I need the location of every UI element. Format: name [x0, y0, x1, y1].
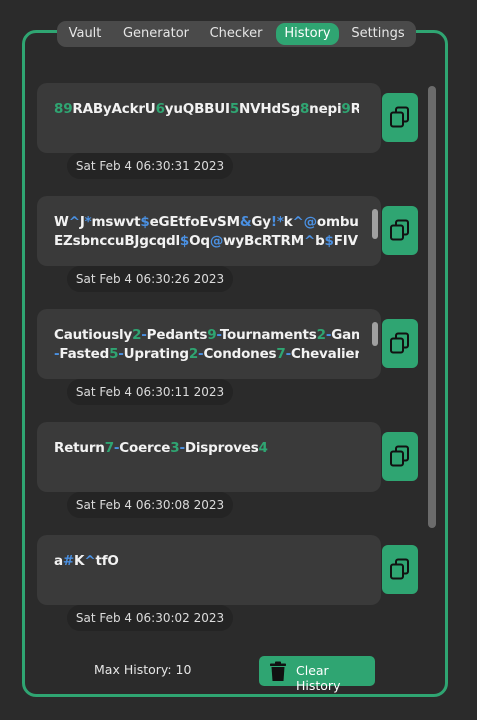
password-segment: 89	[54, 101, 73, 117]
password-segment: Rjv	[350, 101, 359, 117]
timestamp: Sat Feb 4 06:30:26 2023	[67, 266, 233, 292]
password-segment: W	[54, 214, 69, 230]
password-segment: Uprating	[123, 346, 189, 362]
history-entry: Cautiously2-Pedants9-Tournaments2-Gamble…	[37, 309, 381, 379]
tab-history[interactable]: History	[276, 23, 339, 45]
password-segment: *	[84, 214, 92, 230]
history-entry: 89RAByAckrU6yuQBBUI5NVHdSg8nepi9Rjv8	[37, 83, 381, 153]
history-scrollbar-thumb[interactable]	[428, 86, 436, 528]
clear-history-button[interactable]: Clear History	[259, 656, 375, 693]
password-segment: $	[179, 233, 190, 249]
tab-generator[interactable]: Generator	[117, 23, 195, 45]
password-segment: 2	[188, 346, 199, 362]
trash-icon	[270, 661, 286, 681]
tab-bar: Vault Generator Checker History Settings	[57, 21, 416, 47]
copy-icon	[390, 332, 409, 354]
password-segment: wyBcRTRM	[223, 233, 304, 249]
password-segment: !*	[270, 214, 284, 230]
password-segment: eGEtfoEvSM	[149, 214, 240, 230]
password-segment: b	[315, 233, 325, 249]
password-segment: Tournaments	[219, 327, 317, 343]
password-segment: 8	[299, 101, 310, 117]
password-segment: Cautiously	[54, 327, 133, 343]
password-segment: ^	[303, 233, 316, 249]
entry-scrollbar[interactable]	[372, 209, 378, 239]
password-segment: ^@	[292, 214, 317, 230]
password-text: Return7-Coerce3-Disproves4	[54, 439, 359, 458]
password-segment: Oq	[189, 233, 210, 249]
password-segment: 4	[258, 440, 268, 456]
timestamp: Sat Feb 4 06:30:11 2023	[67, 379, 233, 405]
password-segment: 6	[155, 101, 165, 117]
password-segment: $	[324, 233, 334, 249]
password-text: a#K^tfO	[54, 552, 359, 571]
password-segment: Gy	[251, 214, 271, 230]
password-segment: &	[239, 214, 252, 230]
password-line: a#K^tfO	[54, 552, 359, 571]
timestamp: Sat Feb 4 06:30:31 2023	[67, 153, 233, 179]
password-line: W^J*mswvt$eGEtfoEvSM&Gy!*k^@ombu&tYW	[54, 213, 359, 232]
password-segment: 5	[109, 346, 119, 362]
password-segment: mswvt	[91, 214, 141, 230]
password-text: 89RAByAckrU6yuQBBUI5NVHdSg8nepi9Rjv8	[54, 100, 359, 119]
history-entry: a#K^tfO	[37, 535, 381, 605]
copy-icon	[390, 219, 409, 241]
password-segment: Disproves	[184, 440, 259, 456]
password-segment: RAByAckrU	[72, 101, 156, 117]
copy-button[interactable]	[382, 93, 418, 142]
copy-button[interactable]	[382, 545, 418, 594]
password-segment: Pedants	[146, 327, 208, 343]
history-scrollbar[interactable]	[428, 84, 436, 530]
history-entry: W^J*mswvt$eGEtfoEvSM&Gy!*k^@ombu&tYWEZsb…	[37, 196, 381, 266]
password-segment: Condones	[203, 346, 277, 362]
password-segment: tfO	[95, 553, 119, 569]
password-segment: ^	[68, 214, 80, 230]
password-line: -Fasted5-Uprating2-Condones7-Chevalier4-…	[54, 345, 359, 364]
password-segment: yuQBBUI	[164, 101, 230, 117]
password-segment: #	[62, 553, 75, 569]
password-segment: ^	[84, 553, 96, 569]
password-segment: 7	[276, 346, 286, 362]
password-line: Cautiously2-Pedants9-Tournaments2-Gamble…	[54, 326, 359, 345]
password-segment: K	[74, 553, 85, 569]
password-segment: $	[140, 214, 150, 230]
history-entry: Return7-Coerce3-Disproves4	[37, 422, 381, 492]
password-segment: EZsbnccuBJgcqdl	[54, 233, 180, 249]
password-segment: 2	[132, 327, 142, 343]
password-segment: 2	[316, 327, 326, 343]
copy-icon	[390, 445, 409, 467]
password-segment: Gamble	[331, 327, 359, 343]
copy-icon	[390, 558, 409, 580]
password-segment: FIVrOk	[333, 233, 359, 249]
tab-settings[interactable]: Settings	[345, 23, 411, 45]
copy-button[interactable]	[382, 432, 418, 481]
copy-button[interactable]	[382, 319, 418, 368]
password-text: Cautiously2-Pedants9-Tournaments2-Gamble…	[54, 326, 359, 364]
entry-scrollbar[interactable]	[372, 322, 378, 346]
password-segment: NVHdSg	[239, 101, 300, 117]
tab-vault[interactable]: Vault	[58, 23, 112, 45]
password-segment: a	[54, 553, 63, 569]
copy-button[interactable]	[382, 206, 418, 255]
max-history-label: Max History: 10	[94, 662, 192, 677]
password-segment: ombu	[316, 214, 359, 230]
password-line: 89RAByAckrU6yuQBBUI5NVHdSg8nepi9Rjv8	[54, 100, 359, 119]
password-segment: Return	[54, 440, 105, 456]
password-segment: 9	[341, 101, 351, 117]
clear-history-label: Clear History	[296, 663, 341, 693]
timestamp: Sat Feb 4 06:30:02 2023	[67, 605, 233, 631]
password-segment: 5	[229, 101, 240, 117]
password-line: Return7-Coerce3-Disproves4	[54, 439, 359, 458]
password-segment: Fasted	[59, 346, 110, 362]
password-segment: @	[209, 233, 224, 249]
timestamp: Sat Feb 4 06:30:08 2023	[67, 492, 233, 518]
copy-icon	[390, 106, 409, 128]
password-segment: nepi	[309, 101, 342, 117]
password-segment: Chevalier	[290, 346, 359, 362]
tab-checker[interactable]: Checker	[203, 23, 269, 45]
password-line: EZsbnccuBJgcqdl$Oq@wyBcRTRM^b$FIVrOk	[54, 232, 359, 251]
password-text: W^J*mswvt$eGEtfoEvSM&Gy!*k^@ombu&tYWEZsb…	[54, 213, 359, 251]
password-segment: Coerce	[119, 440, 171, 456]
password-segment: 7	[104, 440, 114, 456]
